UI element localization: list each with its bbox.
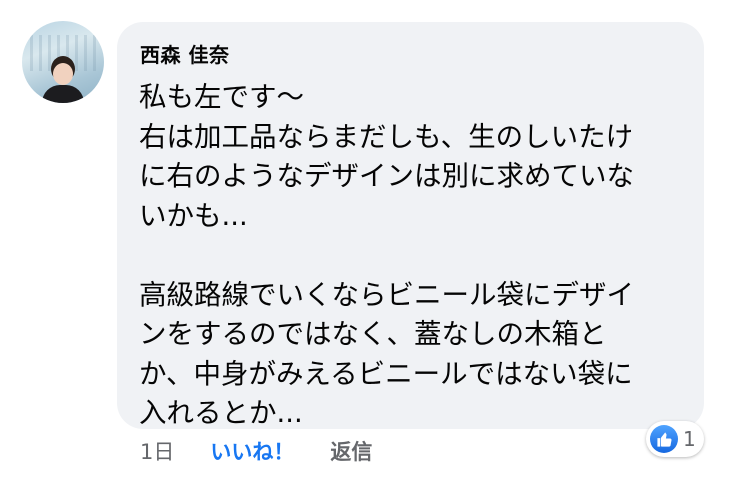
comment-line: か、中身がみえるビニールではない袋に [139, 357, 633, 390]
thumbs-up-icon [650, 425, 678, 453]
comment-blank-line [139, 236, 689, 276]
comment-line: いかも... [139, 199, 248, 232]
comment-line: 私も左です〜 [139, 81, 304, 113]
comment-line: 右は加工品ならまだしも、生のしいたけ [139, 120, 634, 153]
avatar[interactable] [22, 21, 104, 103]
comment-timestamp[interactable]: 1日 [140, 436, 174, 466]
reply-button[interactable]: 返信 [330, 436, 372, 466]
avatar-head [53, 63, 73, 85]
comment-line: 入れるとか... [139, 397, 303, 429]
reaction-summary[interactable]: 1 [646, 421, 704, 457]
reaction-count: 1 [683, 427, 696, 451]
comment-author[interactable]: 西森 佳奈 [140, 39, 229, 68]
comment-text: 私も左です〜 右は加工品ならまだしも、生のしいたけ に右のようなデザインは別に求… [139, 78, 689, 434]
comment-line: ンをするのではなく、蓋なしの木箱と [139, 318, 607, 350]
comment-line: に右のようなデザインは別に求めていな [139, 160, 634, 192]
comment-actions: 1日 いいね！ 返信 [140, 435, 372, 467]
comment-line: 高級路線でいくならビニール袋にデザイ [139, 278, 634, 311]
like-button[interactable]: いいね！ [210, 436, 294, 466]
comment-bubble: 西森 佳奈 私も左です〜 右は加工品ならまだしも、生のしいたけ に右のようなデザ… [117, 22, 704, 429]
avatar-body [42, 85, 84, 103]
